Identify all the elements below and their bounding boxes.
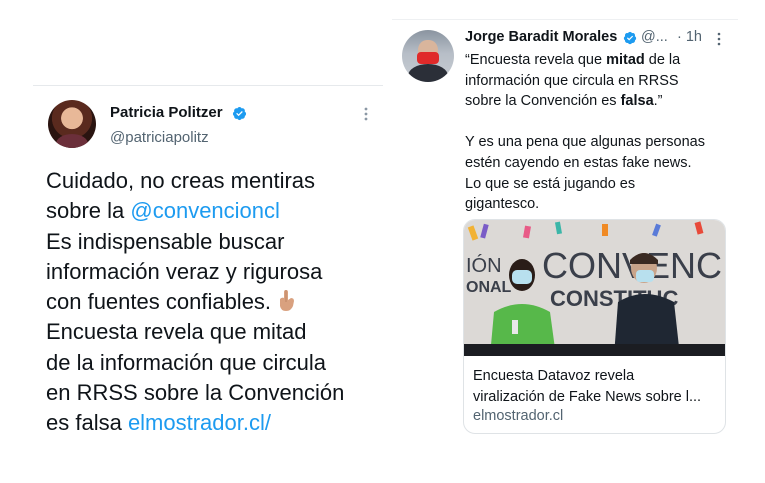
tweet-text-segment: sobre la xyxy=(46,198,131,224)
tweet-text-line: es falsa elmostrador.cl/ xyxy=(46,408,376,438)
tweet-text-line: de la información que circula xyxy=(46,348,376,378)
tweet-text-segment: Lo que se está jugando es xyxy=(465,175,636,192)
more-vertical-icon[interactable] xyxy=(712,29,726,49)
tweet-text-segment: Encuesta revela que mitad xyxy=(46,319,307,345)
tweet-text-segment: sobre la Convención es xyxy=(465,93,621,110)
backdrop-text-left: IÓN xyxy=(466,254,502,277)
tweet-link[interactable]: elmostrador.cl/ xyxy=(128,410,271,435)
tweet-text-line: estén cayendo en estas fake news. xyxy=(465,153,735,174)
tweet-text-bold: mitad xyxy=(606,52,645,68)
tweet-text-segment: de la información que circula xyxy=(46,349,327,375)
backdrop-text-left2: ONAL xyxy=(466,279,512,296)
tweet-text-segment: estén cayendo en estas fake news. xyxy=(465,154,692,171)
tweet-link[interactable]: @convencioncl xyxy=(130,198,280,223)
avatar-body-shape xyxy=(56,134,88,148)
tweet-text-line: “Encuesta revela que mitad de la xyxy=(465,50,735,71)
left-tweet-top-divider xyxy=(33,85,383,86)
right-tweet-handle[interactable]: @... xyxy=(641,29,668,45)
tweet-text-line: con fuentes confiables. xyxy=(46,287,376,317)
tweet-text-line: sobre la @convencioncl xyxy=(46,196,376,226)
right-tweet-author-name[interactable]: Jorge Baradit Morales xyxy=(465,29,617,45)
link-preview-title-line: Encuesta Datavoz revela xyxy=(473,368,635,384)
tweet-text-segment: de la xyxy=(644,52,681,68)
link-preview-domain[interactable]: elmostrador.cl xyxy=(473,408,563,424)
tweet-text-segment: es falsa xyxy=(46,410,128,436)
tweet-text-line: gigantesco. xyxy=(465,194,735,215)
avatar-torso-shape xyxy=(408,64,448,82)
tweet-text-bold: falsa xyxy=(620,93,654,110)
tweet-text-segment: .” xyxy=(653,93,663,110)
tweet-text-line: Es indispensable buscar xyxy=(46,227,376,257)
tweet-text-segment: con fuentes confiables. xyxy=(46,289,272,315)
tweet-text-line: información que circula en RRSS xyxy=(465,71,735,92)
verified-badge-icon xyxy=(623,31,637,45)
tweet-text-segment: Y es una pena que algunas personas xyxy=(465,134,705,151)
tweet-text-line: sobre la Convención es falsa.” xyxy=(465,91,735,112)
tweet-text-line: Y es una pena que algunas personas xyxy=(465,132,735,153)
right-tweet-top-divider xyxy=(392,19,738,20)
press-conference-photo: IÓN ONAL CONVENCIÓ CONSTITUC xyxy=(464,220,725,356)
tweet-text-segment: gigantesco. xyxy=(465,196,540,213)
avatar-mask-shape xyxy=(417,52,439,64)
tweet-text-line: Encuesta revela que mitad xyxy=(46,317,376,347)
tweet-text-line: en RRSS sobre la Convención xyxy=(46,378,376,408)
right-tweet-time[interactable]: · 1h xyxy=(677,29,702,45)
pointing-down-emoji-icon xyxy=(280,290,295,312)
tweet-text-segment: “Encuesta revela que xyxy=(465,52,607,68)
link-preview-image[interactable]: IÓN ONAL CONVENCIÓ CONSTITUC xyxy=(464,220,725,356)
tweet-text-segment: Es indispensable buscar xyxy=(46,228,285,254)
link-preview-title-line: viralización de Fake News sobre l... xyxy=(473,388,702,405)
tweet-text-line: Lo que se está jugando es xyxy=(465,174,735,195)
left-tweet-text: Cuidado, no creas mentiras sobre la @conv… xyxy=(46,166,376,439)
tweet-text-segment: en RRSS sobre la Convención xyxy=(46,380,345,406)
verified-badge-icon xyxy=(232,106,247,121)
tweet-text-line: Cuidado, no creas mentiras xyxy=(46,166,376,196)
right-tweet-avatar[interactable] xyxy=(402,30,454,82)
more-vertical-icon[interactable] xyxy=(359,104,373,124)
left-tweet-avatar[interactable] xyxy=(48,100,96,148)
right-tweet-text: “Encuesta revela que mitad de la informac… xyxy=(465,50,735,215)
tweet-text-line: información veraz y rigurosa xyxy=(46,257,376,287)
link-preview-title[interactable]: Encuesta Datavoz revela viralización de … xyxy=(473,366,721,407)
left-tweet-handle[interactable]: @patriciapolitz xyxy=(110,129,209,146)
link-preview-card[interactable]: IÓN ONAL CONVENCIÓ CONSTITUC Encuesta Da… xyxy=(463,219,726,434)
tweet-text-segment: información veraz y rigurosa xyxy=(46,258,323,284)
left-tweet-author-name[interactable]: Patricia Politzer xyxy=(110,104,223,121)
tweet-text-segment: Cuidado, no creas mentiras xyxy=(46,168,316,193)
tweet-text-segment: información que circula en RRSS xyxy=(465,72,679,89)
